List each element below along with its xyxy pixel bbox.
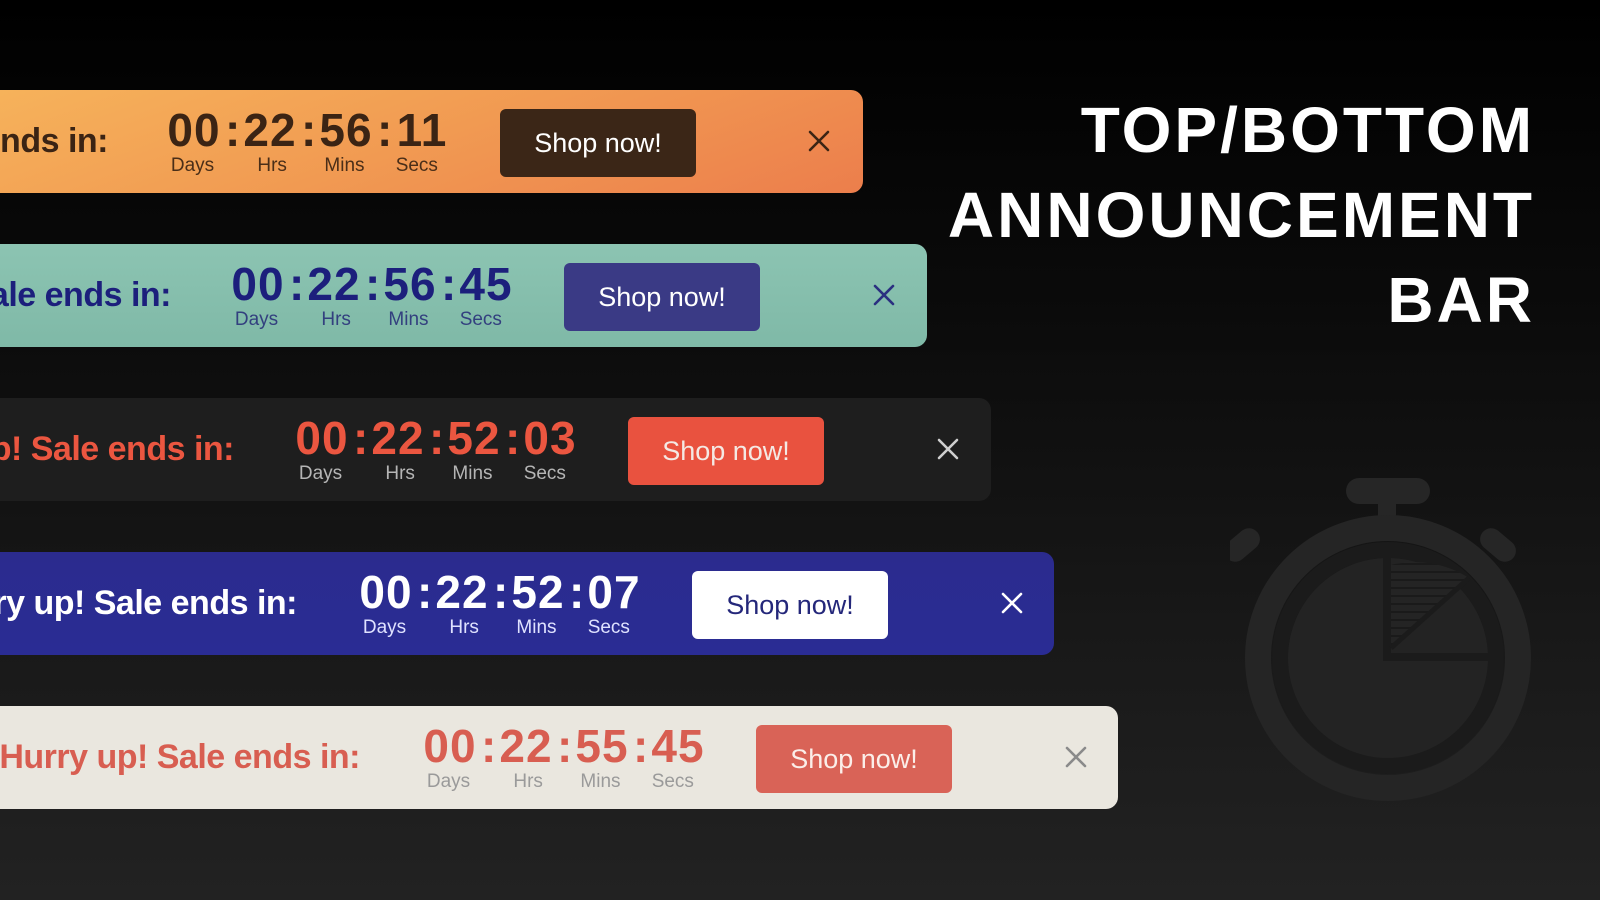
timer-days: 00 <box>423 720 477 772</box>
label-days: Days <box>426 771 471 792</box>
timer-hrs: 22 <box>307 258 361 310</box>
countdown-timer: 00 : 22 : 56 : 11 Days Hrs Mins Secs <box>163 106 453 177</box>
timer-hrs: 22 <box>243 104 297 156</box>
timer-mins: 56 <box>319 104 373 156</box>
close-icon <box>1065 746 1087 768</box>
countdown-timer: 00 : 22 : 52 : 07 Days Hrs Mins Secs <box>355 568 645 639</box>
timer-separator: : <box>417 566 434 618</box>
label-hrs: Hrs <box>513 771 543 792</box>
headline-line-3: BAR <box>1387 264 1535 336</box>
bar-message: Hurry up! Sale ends in: <box>0 430 234 468</box>
countdown-timer: 00 : 22 : 56 : 45 Days Hrs Mins Secs <box>227 260 517 331</box>
timer-separator: : <box>225 104 242 156</box>
close-icon <box>937 438 959 460</box>
label-mins: Mins <box>388 309 429 330</box>
countdown-timer: 00 : 22 : 55 : 45 Days Hrs Mins Secs <box>419 722 709 793</box>
timer-hrs: 22 <box>371 412 425 464</box>
close-button[interactable] <box>996 587 1028 619</box>
label-hrs: Hrs <box>449 617 479 638</box>
timer-mins: 56 <box>383 258 437 310</box>
label-days: Days <box>170 155 215 176</box>
headline: TOP/BOTTOM ANNOUNCEMENT BAR <box>948 88 1535 343</box>
close-button[interactable] <box>803 125 835 157</box>
label-secs: Secs <box>395 155 438 176</box>
timer-separator: : <box>377 104 394 156</box>
bar-message: Hurry up! Sale ends in: <box>0 738 360 776</box>
timer-days: 00 <box>231 258 285 310</box>
timer-separator: : <box>557 720 574 772</box>
timer-mins: 52 <box>511 566 565 618</box>
timer-separator: : <box>441 258 458 310</box>
shop-now-button[interactable]: Shop now! <box>500 109 696 177</box>
timer-separator: : <box>301 104 318 156</box>
label-hrs: Hrs <box>385 463 415 484</box>
label-mins: Mins <box>324 155 365 176</box>
timer-separator: : <box>429 412 446 464</box>
shop-now-button[interactable]: Shop now! <box>628 417 824 485</box>
close-icon <box>1001 592 1023 614</box>
timer-separator: : <box>569 566 586 618</box>
timer-secs: 03 <box>523 412 577 464</box>
announcement-bar-cream: Hurry up! Sale ends in: 00 : 22 : 55 : 4… <box>0 706 1118 809</box>
announcement-bar-orange: Hurry up! Sale ends in: 00 : 22 : 56 : 1… <box>0 90 863 193</box>
timer-separator: : <box>505 412 522 464</box>
close-button[interactable] <box>868 279 900 311</box>
countdown-timer: 00 : 22 : 52 : 03 Days Hrs Mins Secs <box>291 414 581 485</box>
announcement-bar-teal: Hurry up! Sale ends in: 00 : 22 : 56 : 4… <box>0 244 927 347</box>
headline-line-1: TOP/BOTTOM <box>1080 94 1535 166</box>
bar-message: Hurry up! Sale ends in: <box>0 276 171 314</box>
timer-secs: 45 <box>651 720 705 772</box>
timer-mins: 52 <box>447 412 501 464</box>
label-secs: Secs <box>523 463 566 484</box>
timer-separator: : <box>493 566 510 618</box>
close-icon <box>873 284 895 306</box>
timer-secs: 45 <box>459 258 513 310</box>
label-hrs: Hrs <box>257 155 287 176</box>
announcement-bar-dark: Hurry up! Sale ends in: 00 : 22 : 52 : 0… <box>0 398 991 501</box>
timer-mins: 55 <box>575 720 629 772</box>
label-days: Days <box>234 309 279 330</box>
shop-now-button[interactable]: Shop now! <box>564 263 760 331</box>
timer-secs: 07 <box>587 566 641 618</box>
label-days: Days <box>362 617 407 638</box>
timer-hrs: 22 <box>435 566 489 618</box>
label-mins: Mins <box>452 463 493 484</box>
headline-line-2: ANNOUNCEMENT <box>947 179 1535 251</box>
close-button[interactable] <box>932 433 964 465</box>
stopwatch-icon <box>1224 470 1540 820</box>
timer-separator: : <box>365 258 382 310</box>
timer-separator: : <box>289 258 306 310</box>
label-mins: Mins <box>516 617 557 638</box>
shop-now-button[interactable]: Shop now! <box>756 725 952 793</box>
shop-now-button[interactable]: Shop now! <box>692 571 888 639</box>
bar-message: Hurry up! Sale ends in: <box>0 122 108 160</box>
announcement-bar-indigo: Hurry up! Sale ends in: 00 : 22 : 52 : 0… <box>0 552 1054 655</box>
bar-message: Hurry up! Sale ends in: <box>0 584 297 622</box>
timer-hrs: 22 <box>499 720 553 772</box>
timer-days: 00 <box>295 412 349 464</box>
label-secs: Secs <box>459 309 502 330</box>
timer-days: 00 <box>359 566 413 618</box>
label-days: Days <box>298 463 343 484</box>
close-icon <box>808 130 830 152</box>
close-button[interactable] <box>1060 741 1092 773</box>
timer-days: 00 <box>167 104 221 156</box>
label-mins: Mins <box>580 771 621 792</box>
label-hrs: Hrs <box>321 309 351 330</box>
label-secs: Secs <box>587 617 630 638</box>
timer-separator: : <box>481 720 498 772</box>
timer-separator: : <box>353 412 370 464</box>
timer-secs: 11 <box>396 104 448 156</box>
label-secs: Secs <box>651 771 694 792</box>
timer-separator: : <box>633 720 650 772</box>
